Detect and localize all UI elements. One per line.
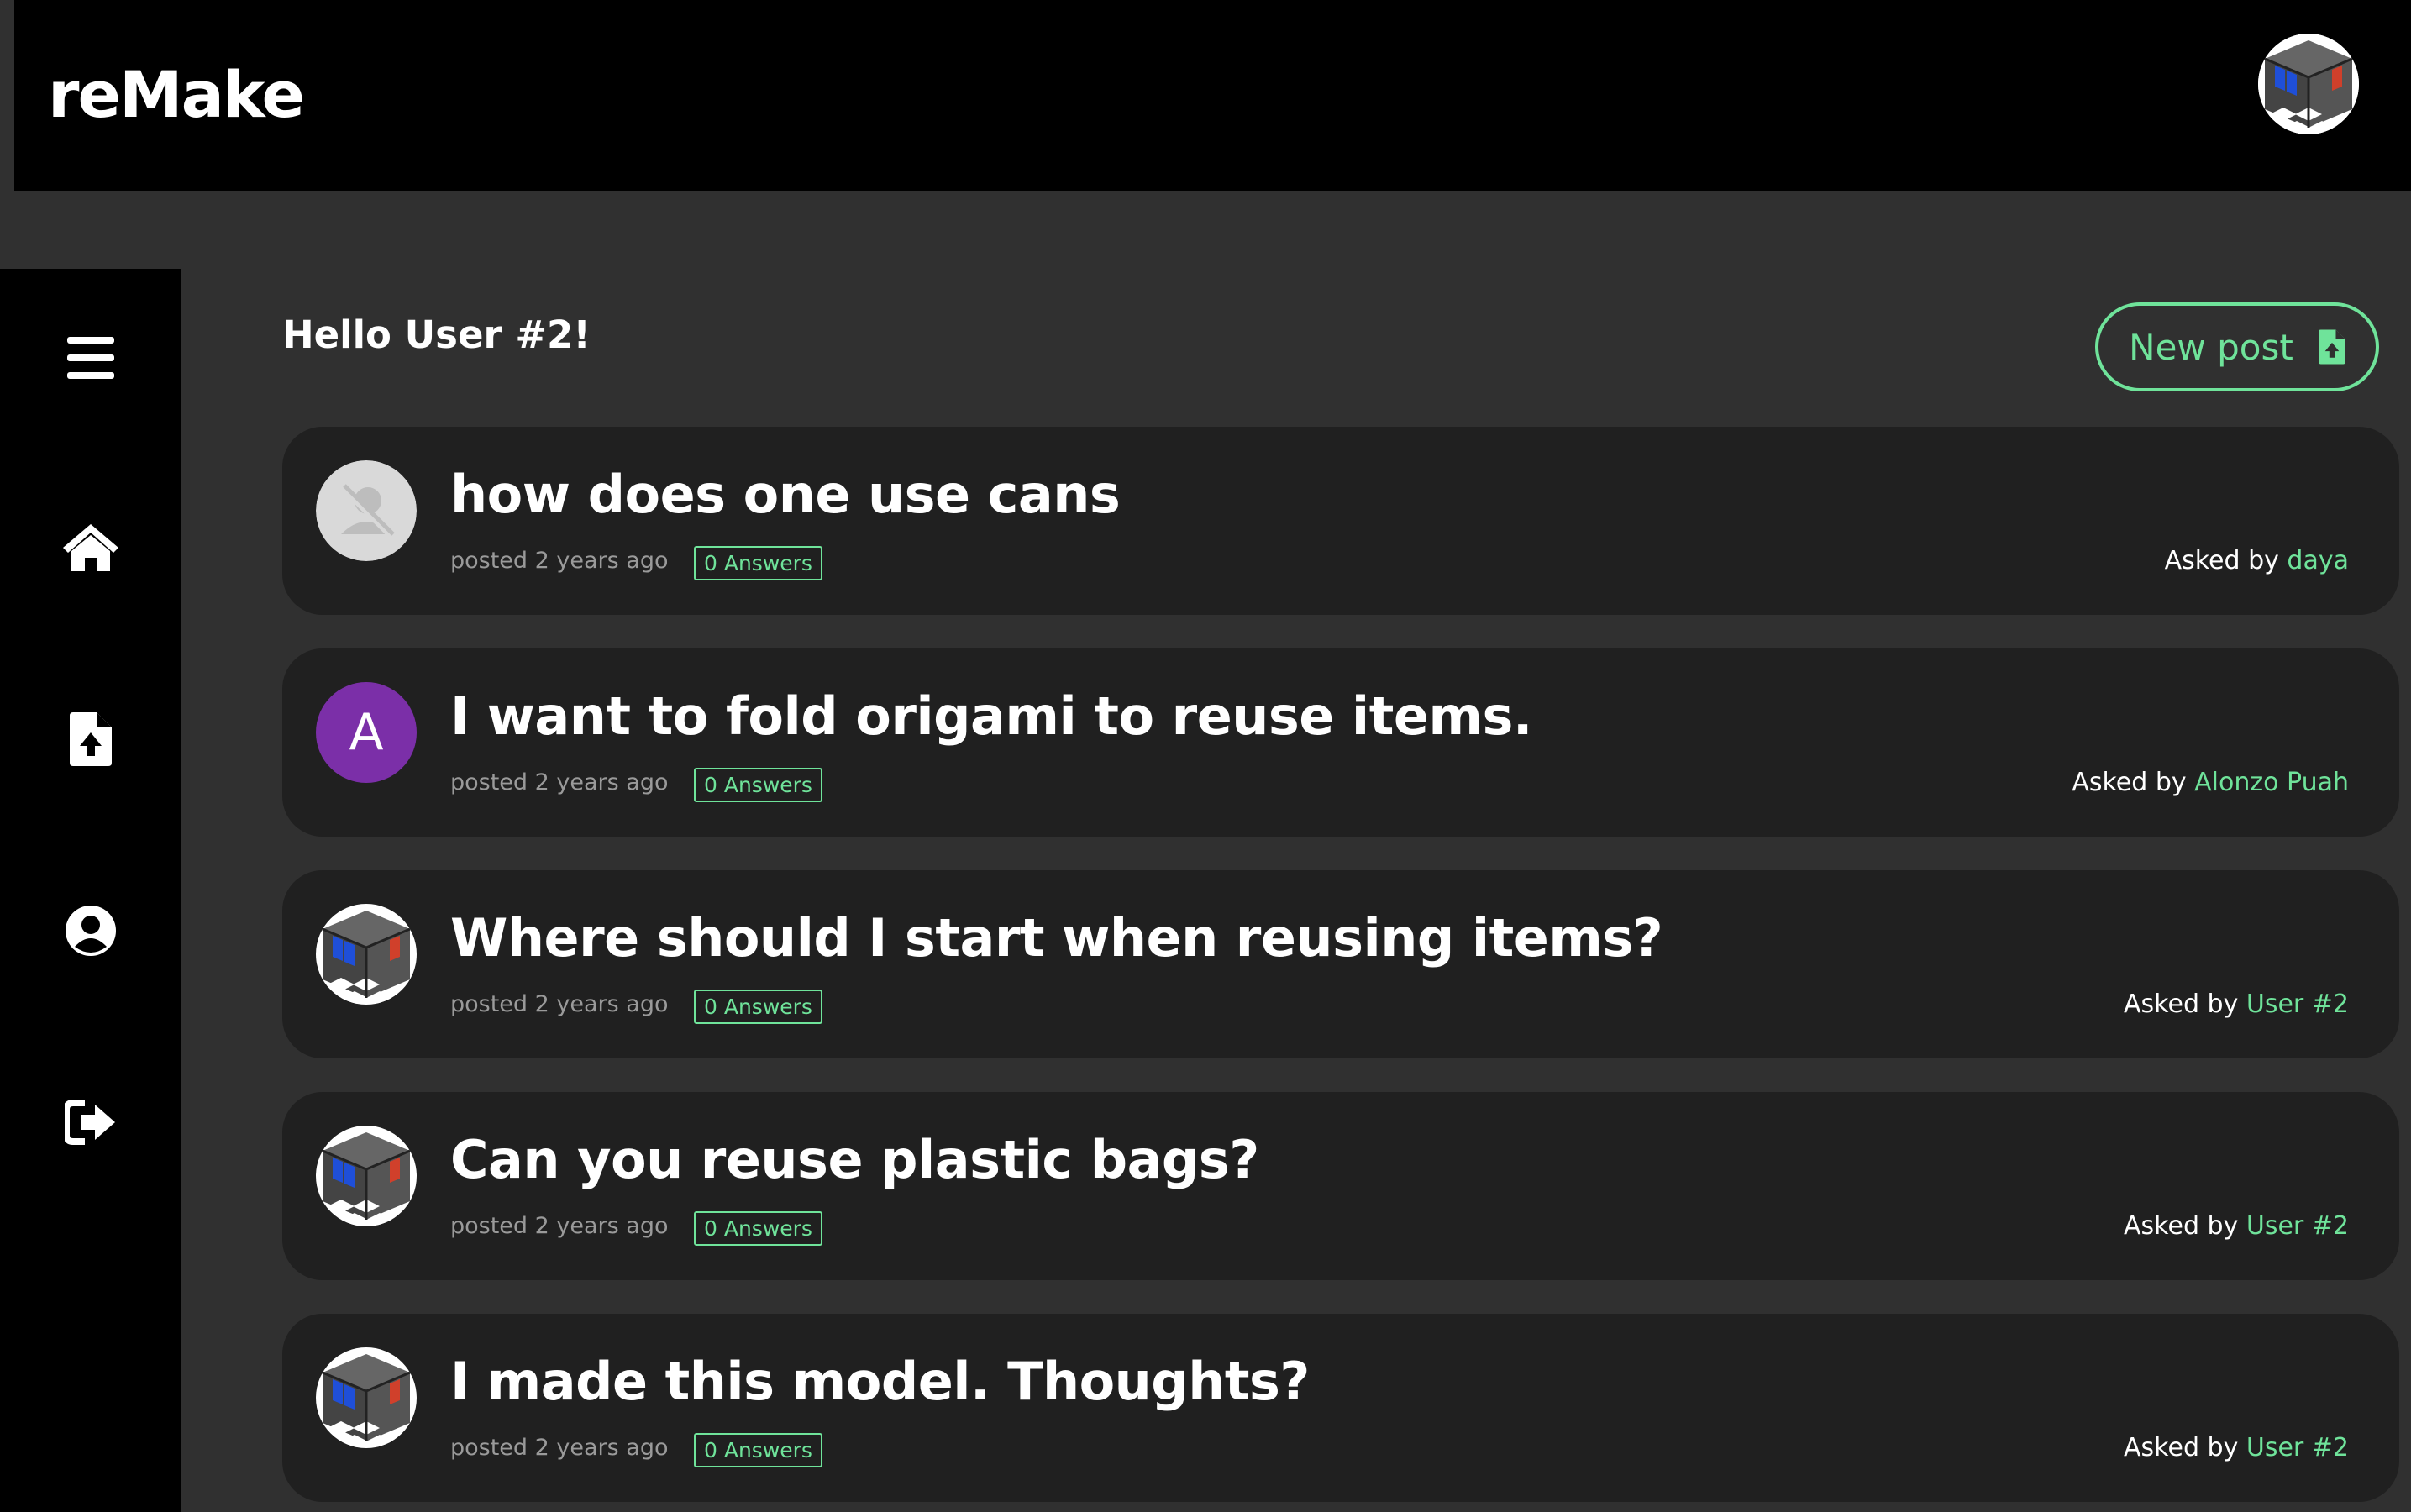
post-title[interactable]: Can you reuse plastic bags? [450,1129,1259,1190]
file-upload-icon[interactable] [60,709,121,769]
author-link[interactable]: User #2 [2246,1433,2349,1462]
rubiks-cube-icon [2258,34,2359,134]
user-slash-icon [316,460,417,561]
top-bar: reMake [14,0,2411,191]
asked-by-prefix: Asked by [2072,768,2195,797]
answers-badge: 0 Answers [694,1211,822,1246]
post-time: posted 2 years ago [450,991,669,1017]
answers-badge: 0 Answers [694,546,822,580]
greeting-heading: Hello User #2! [282,312,591,357]
letter-avatar: A [316,682,417,783]
post-time: posted 2 years ago [450,1213,669,1239]
menu-icon[interactable] [60,328,121,388]
post-card[interactable]: A I want to fold origami to reuse items.… [282,648,2399,837]
asked-by-prefix: Asked by [2164,546,2288,575]
asked-by: Asked by User #2 [2124,990,2349,1019]
asked-by: Asked by Alonzo Puah [2072,768,2349,797]
asked-by-prefix: Asked by [2124,990,2246,1019]
user-circle-icon[interactable] [60,900,121,961]
rubiks-cube-icon [316,1126,417,1226]
file-upload-icon [2318,329,2345,365]
author-link[interactable]: User #2 [2246,990,2349,1019]
post-title[interactable]: I want to fold origami to reuse items. [450,685,1532,747]
asked-by-prefix: Asked by [2124,1433,2246,1462]
sidebar [0,269,181,1512]
answers-badge: 0 Answers [694,1433,822,1467]
post-time: posted 2 years ago [450,1435,669,1461]
post-card[interactable]: how does one use cans posted 2 years ago… [282,427,2399,615]
answers-badge: 0 Answers [694,768,822,802]
asked-by-prefix: Asked by [2124,1211,2246,1241]
post-title[interactable]: Where should I start when reusing items? [450,907,1663,969]
default-user-avatar [316,460,417,561]
rubiks-cube-icon [316,1347,417,1448]
sign-out-icon[interactable] [60,1092,121,1152]
post-time: posted 2 years ago [450,548,669,574]
new-post-label: New post [2129,326,2293,368]
rubiks-cube-avatar [316,904,417,1005]
post-time: posted 2 years ago [450,769,669,795]
post-card[interactable]: I made this model. Thoughts? posted 2 ye… [282,1314,2399,1502]
app-logo[interactable]: reMake [48,57,305,132]
author-link[interactable]: User #2 [2246,1211,2349,1241]
rubiks-cube-icon [316,904,417,1005]
asked-by: Asked by daya [2165,546,2349,575]
post-title[interactable]: how does one use cans [450,464,1121,525]
asked-by: Asked by User #2 [2124,1211,2349,1241]
rubiks-cube-avatar [316,1347,417,1448]
answers-badge: 0 Answers [694,990,822,1024]
home-icon[interactable] [60,517,121,578]
avatar-letter: A [349,703,384,762]
post-title[interactable]: I made this model. Thoughts? [450,1351,1310,1412]
post-card[interactable]: Where should I start when reusing items?… [282,870,2399,1058]
new-post-button[interactable]: New post [2095,302,2379,391]
asked-by: Asked by User #2 [2124,1433,2349,1462]
author-link[interactable]: daya [2287,546,2349,575]
rubiks-cube-avatar [316,1126,417,1226]
post-card[interactable]: Can you reuse plastic bags? posted 2 yea… [282,1092,2399,1280]
user-avatar[interactable] [2258,34,2359,134]
author-link[interactable]: Alonzo Puah [2194,768,2349,797]
